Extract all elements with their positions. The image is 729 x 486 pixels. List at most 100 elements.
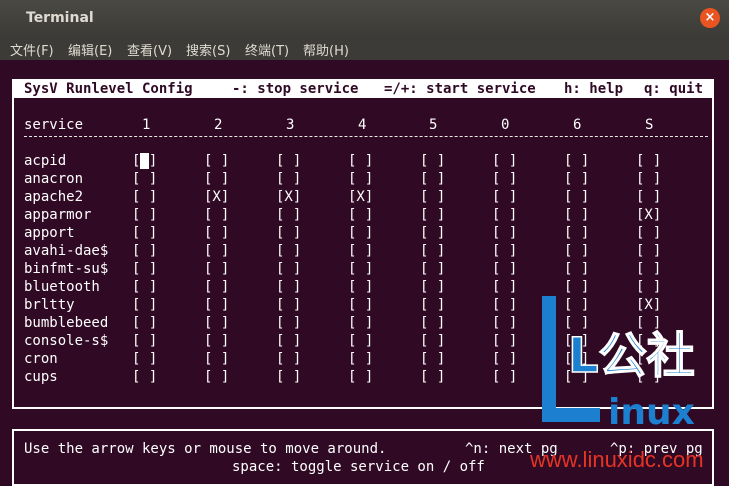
service-toggle[interactable]: [ ] — [492, 278, 517, 296]
service-toggle[interactable]: [ ] — [204, 296, 229, 314]
service-toggle[interactable]: [ ] — [204, 224, 229, 242]
service-toggle[interactable]: [X] — [348, 188, 373, 206]
service-toggle[interactable]: [ ] — [420, 332, 445, 350]
service-toggle[interactable]: [ ] — [492, 242, 517, 260]
service-toggle[interactable]: [ ] — [348, 152, 373, 170]
service-toggle[interactable]: [ ] — [348, 206, 373, 224]
service-toggle[interactable]: [ ] — [276, 350, 301, 368]
service-toggle[interactable]: [ ] — [564, 206, 589, 224]
service-toggle[interactable]: [ ] — [420, 296, 445, 314]
service-toggle[interactable]: [ ] — [204, 332, 229, 350]
service-toggle[interactable]: [ ] — [420, 206, 445, 224]
service-toggle[interactable]: [ ] — [636, 224, 661, 242]
service-toggle[interactable]: [ ] — [348, 278, 373, 296]
service-toggle[interactable]: [ ] — [132, 188, 157, 206]
service-toggle[interactable]: [ ] — [132, 296, 157, 314]
service-toggle[interactable]: [ ] — [564, 224, 589, 242]
service-toggle[interactable]: [ ] — [132, 260, 157, 278]
menu-edit[interactable]: 编辑(E) — [68, 40, 112, 59]
service-toggle[interactable]: [ ] — [276, 206, 301, 224]
service-toggle[interactable]: [ ] — [420, 260, 445, 278]
menu-file[interactable]: 文件(F) — [10, 40, 54, 59]
service-toggle[interactable]: [ ] — [276, 242, 301, 260]
service-toggle[interactable]: [ ] — [204, 260, 229, 278]
service-toggle[interactable]: [ ] — [492, 188, 517, 206]
service-toggle[interactable]: [ ] — [348, 242, 373, 260]
service-toggle[interactable]: [ ] — [420, 188, 445, 206]
service-toggle[interactable]: [ ] — [492, 332, 517, 350]
service-toggle[interactable]: [ ] — [420, 170, 445, 188]
text-cursor — [140, 153, 149, 169]
service-toggle[interactable]: [ ] — [636, 242, 661, 260]
service-toggle[interactable]: [ ] — [492, 368, 517, 386]
service-toggle[interactable]: [ ] — [636, 152, 661, 170]
service-toggle[interactable]: [ ] — [204, 170, 229, 188]
service-toggle[interactable]: [ ] — [636, 260, 661, 278]
service-toggle[interactable]: [ ] — [348, 170, 373, 188]
menu-help[interactable]: 帮助(H) — [303, 40, 349, 59]
service-toggle[interactable]: [ ] — [348, 224, 373, 242]
service-toggle[interactable]: [ ] — [132, 350, 157, 368]
service-toggle[interactable]: [ ] — [420, 368, 445, 386]
service-toggle[interactable]: [ ] — [132, 368, 157, 386]
menu-terminal[interactable]: 终端(T) — [245, 40, 289, 59]
service-toggle[interactable]: [ ] — [132, 278, 157, 296]
service-toggle[interactable]: [ ] — [492, 170, 517, 188]
service-toggle[interactable]: [ ] — [564, 188, 589, 206]
service-toggle[interactable]: [ ] — [132, 224, 157, 242]
service-toggle[interactable]: [ ] — [276, 224, 301, 242]
service-toggle[interactable]: [ ] — [204, 206, 229, 224]
service-toggle[interactable]: [ ] — [276, 278, 301, 296]
service-toggle[interactable]: [ ] — [204, 368, 229, 386]
service-toggle[interactable]: [ ] — [276, 152, 301, 170]
menu-view[interactable]: 查看(V) — [127, 40, 172, 59]
service-toggle[interactable]: [ ] — [348, 368, 373, 386]
service-toggle[interactable]: [ ] — [204, 242, 229, 260]
service-toggle[interactable]: [ ] — [564, 170, 589, 188]
service-toggle[interactable]: [ ] — [420, 152, 445, 170]
service-toggle[interactable]: [X] — [276, 188, 301, 206]
service-toggle[interactable]: [ ] — [492, 260, 517, 278]
service-toggle[interactable]: [X] — [636, 206, 661, 224]
service-toggle[interactable]: [ ] — [564, 152, 589, 170]
service-toggle[interactable]: [ ] — [348, 314, 373, 332]
service-toggle[interactable]: [ ] — [276, 296, 301, 314]
service-toggle[interactable]: [ ] — [564, 242, 589, 260]
service-toggle[interactable]: [ ] — [420, 242, 445, 260]
service-toggle[interactable]: [ ] — [420, 350, 445, 368]
service-toggle[interactable]: [ ] — [492, 224, 517, 242]
service-toggle[interactable]: [ ] — [348, 350, 373, 368]
service-toggle[interactable]: [ ] — [132, 170, 157, 188]
service-toggle[interactable]: [ ] — [276, 170, 301, 188]
service-toggle[interactable]: [ ] — [204, 152, 229, 170]
service-toggle[interactable]: [ ] — [276, 260, 301, 278]
service-toggle[interactable]: [ ] — [420, 224, 445, 242]
service-toggle[interactable]: [ ] — [492, 296, 517, 314]
service-toggle[interactable]: [ ] — [132, 332, 157, 350]
service-toggle[interactable]: [ ] — [132, 152, 157, 170]
service-toggle[interactable]: [ ] — [492, 350, 517, 368]
service-toggle[interactable]: [ ] — [204, 278, 229, 296]
service-toggle[interactable]: [ ] — [276, 332, 301, 350]
menu-search[interactable]: 搜索(S) — [186, 40, 230, 59]
service-toggle[interactable]: [ ] — [636, 170, 661, 188]
service-toggle[interactable]: [ ] — [492, 152, 517, 170]
service-toggle[interactable]: [ ] — [132, 314, 157, 332]
service-toggle[interactable]: [ ] — [564, 260, 589, 278]
service-toggle[interactable]: [ ] — [348, 296, 373, 314]
service-toggle[interactable]: [ ] — [276, 368, 301, 386]
service-toggle[interactable]: [ ] — [204, 350, 229, 368]
service-toggle[interactable]: [ ] — [204, 314, 229, 332]
service-toggle[interactable]: [ ] — [132, 242, 157, 260]
service-toggle[interactable]: [ ] — [420, 278, 445, 296]
service-toggle[interactable]: [ ] — [276, 314, 301, 332]
service-toggle[interactable]: [ ] — [636, 188, 661, 206]
service-toggle[interactable]: [ ] — [348, 332, 373, 350]
service-toggle[interactable]: [ ] — [492, 206, 517, 224]
service-toggle[interactable]: [ ] — [348, 260, 373, 278]
service-toggle[interactable]: [ ] — [492, 314, 517, 332]
service-toggle[interactable]: [ ] — [132, 206, 157, 224]
close-button[interactable]: × — [700, 8, 720, 28]
service-toggle[interactable]: [ ] — [420, 314, 445, 332]
service-toggle[interactable]: [X] — [204, 188, 229, 206]
